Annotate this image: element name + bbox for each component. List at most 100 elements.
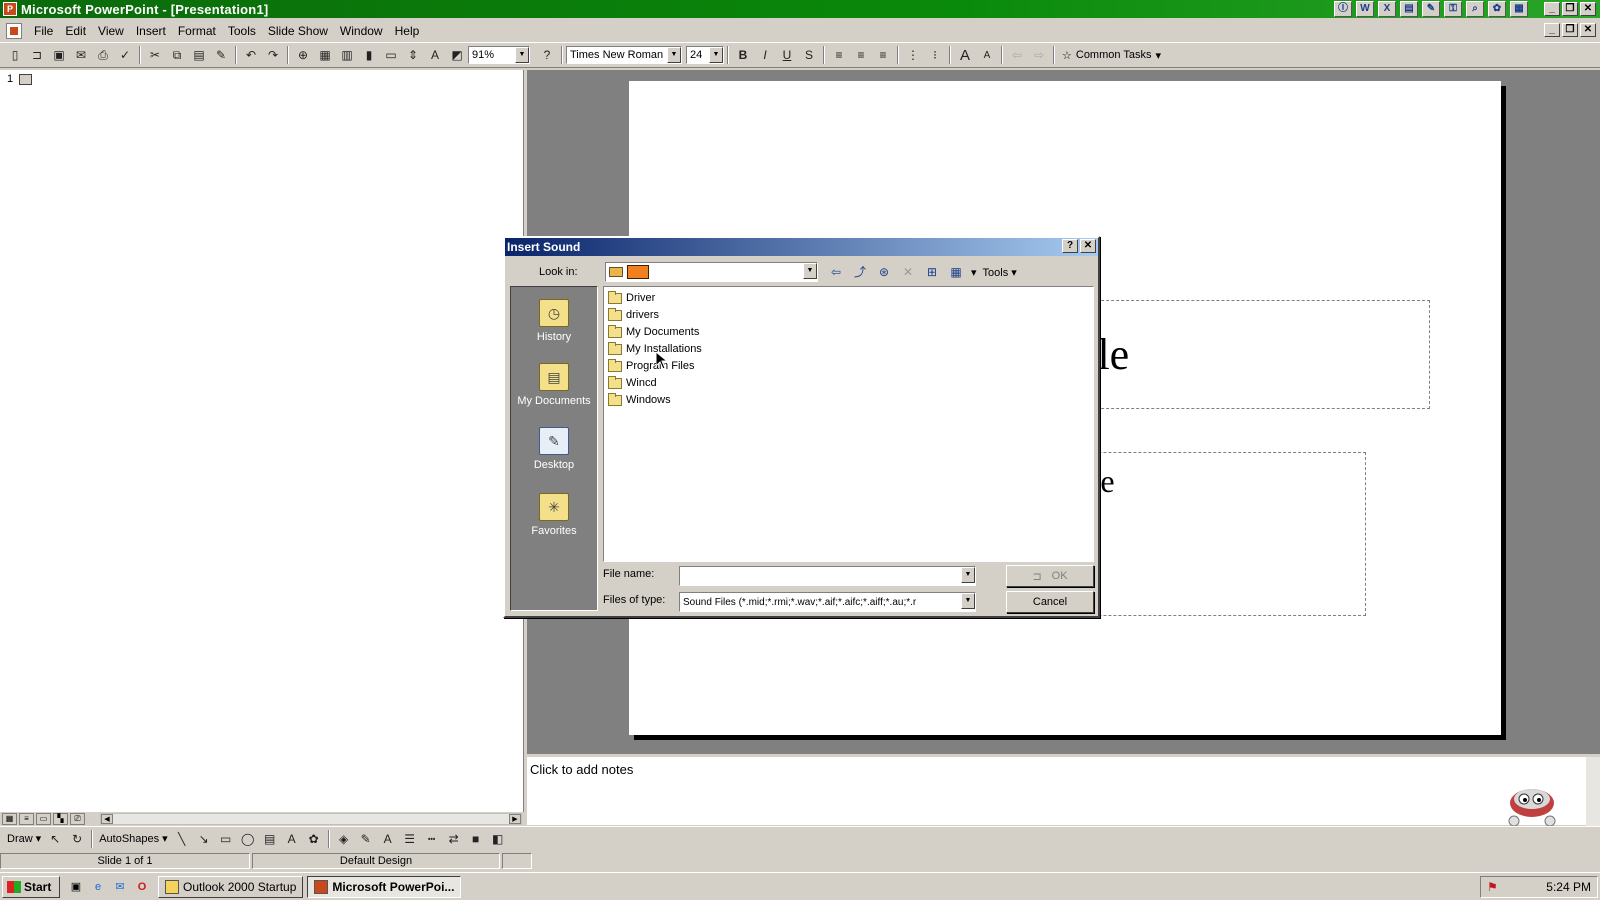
- chevron-down-icon[interactable]: ▼: [803, 263, 817, 279]
- notes-pane[interactable]: Click to add notes: [527, 755, 1600, 827]
- list-item[interactable]: My Documents: [608, 324, 699, 340]
- numbering-icon[interactable]: ⋮: [902, 44, 924, 66]
- show-desktop-icon[interactable]: ▣: [68, 879, 84, 895]
- pen-shortcut-icon[interactable]: ✎: [1422, 1, 1440, 17]
- outline-view-icon[interactable]: ≡: [19, 813, 34, 825]
- key-shortcut-icon[interactable]: ⚿: [1444, 1, 1462, 17]
- demote-icon[interactable]: ⇨: [1028, 44, 1050, 66]
- new-folder-icon[interactable]: ⊞: [923, 264, 941, 280]
- email-icon[interactable]: ✉: [70, 44, 92, 66]
- outline-horizontal-scrollbar[interactable]: ◀ ▶: [100, 813, 522, 825]
- wordart-icon[interactable]: A: [281, 828, 303, 850]
- outline-pane[interactable]: 1: [0, 70, 524, 812]
- doc-close-button[interactable]: ✕: [1580, 23, 1596, 37]
- place-desktop[interactable]: ✎ Desktop: [511, 427, 597, 471]
- list-item[interactable]: Program Files: [608, 358, 694, 374]
- arrow-icon[interactable]: ↘: [193, 828, 215, 850]
- menu-slide-show[interactable]: Slide Show: [262, 24, 334, 38]
- chevron-down-icon[interactable]: ▼: [515, 47, 529, 63]
- show-formatting-icon[interactable]: A: [424, 44, 446, 66]
- dialog-title-bar[interactable]: Insert Sound ? ✕: [505, 238, 1098, 256]
- place-my-documents[interactable]: ▤ My Documents: [511, 363, 597, 407]
- menu-help[interactable]: Help: [389, 24, 426, 38]
- doc-restore-button[interactable]: ❐: [1562, 23, 1578, 37]
- decrease-font-icon[interactable]: A: [976, 44, 998, 66]
- close-button[interactable]: ✕: [1580, 2, 1596, 16]
- dialog-help-button[interactable]: ?: [1062, 239, 1078, 253]
- powerpoint-app-icon[interactable]: P: [3, 2, 17, 16]
- scroll-left-icon[interactable]: ◀: [101, 814, 113, 824]
- normal-view-icon[interactable]: ▦: [2, 813, 17, 825]
- up-one-level-icon[interactable]: ⤴: [851, 264, 869, 280]
- align-right-icon[interactable]: ≡: [872, 44, 894, 66]
- line-color-icon[interactable]: ✎: [355, 828, 377, 850]
- dialog-close-button[interactable]: ✕: [1080, 239, 1096, 253]
- menu-format[interactable]: Format: [172, 24, 222, 38]
- place-history[interactable]: ◷ History: [511, 299, 597, 343]
- list-item[interactable]: Driver: [608, 290, 655, 306]
- shadow-style-icon[interactable]: ■: [465, 828, 487, 850]
- office-shortcut-icon[interactable]: Ⓘ: [1334, 1, 1352, 17]
- arrow-style-icon[interactable]: ⇄: [443, 828, 465, 850]
- expand-all-icon[interactable]: ⇕: [402, 44, 424, 66]
- doc-minimize-button[interactable]: _: [1544, 23, 1560, 37]
- document-icon[interactable]: [6, 23, 22, 39]
- 3d-style-icon[interactable]: ◧: [487, 828, 509, 850]
- find-shortcut-icon[interactable]: ⌕: [1466, 1, 1484, 17]
- restore-button[interactable]: ❐: [1562, 2, 1578, 16]
- chevron-down-icon[interactable]: ▼: [961, 593, 975, 609]
- format-painter-icon[interactable]: ✎: [210, 44, 232, 66]
- scroll-right-icon[interactable]: ▶: [509, 814, 521, 824]
- menu-edit[interactable]: Edit: [59, 24, 92, 38]
- hyperlink-icon[interactable]: ⊕: [292, 44, 314, 66]
- bold-icon[interactable]: B: [732, 44, 754, 66]
- internet-explorer-icon[interactable]: e: [90, 879, 106, 895]
- slide-show-icon[interactable]: ⎚: [70, 813, 85, 825]
- help-icon[interactable]: ?: [536, 44, 558, 66]
- common-tasks-button[interactable]: ☆ Common Tasks ▾: [1062, 49, 1161, 62]
- slide-icon[interactable]: [19, 74, 32, 85]
- redo-icon[interactable]: ↷: [262, 44, 284, 66]
- dialog-tools-menu[interactable]: Tools ▾: [983, 266, 1017, 279]
- insert-table-icon[interactable]: ▥: [336, 44, 358, 66]
- cancel-button[interactable]: Cancel: [1006, 591, 1094, 613]
- fill-color-icon[interactable]: ◈: [333, 828, 355, 850]
- increase-font-icon[interactable]: A: [954, 44, 976, 66]
- copy-icon[interactable]: ⧉: [166, 44, 188, 66]
- search-web-icon[interactable]: ⊛: [875, 264, 893, 280]
- access-shortcut-icon[interactable]: ▤: [1400, 1, 1418, 17]
- chevron-down-icon[interactable]: ▼: [961, 567, 975, 583]
- calendar-shortcut-icon[interactable]: ▦: [1510, 1, 1528, 17]
- place-favorites[interactable]: ✳ Favorites: [511, 493, 597, 537]
- autoshapes-menu-button[interactable]: AutoShapes ▾: [96, 832, 170, 846]
- zoom-combo[interactable]: 91% ▼: [468, 46, 530, 64]
- promote-icon[interactable]: ⇦: [1006, 44, 1028, 66]
- outlook-express-icon[interactable]: ✉: [112, 879, 128, 895]
- print-icon[interactable]: ⎙: [92, 44, 114, 66]
- line-style-icon[interactable]: ☰: [399, 828, 421, 850]
- clip-art-icon[interactable]: ✿: [303, 828, 325, 850]
- word-shortcut-icon[interactable]: W: [1356, 1, 1374, 17]
- new-icon[interactable]: ▯: [4, 44, 26, 66]
- look-in-combo[interactable]: ▼: [605, 262, 818, 282]
- file-list[interactable]: Driver drivers My Documents My Installat…: [603, 286, 1094, 562]
- insert-chart-icon[interactable]: ▮: [358, 44, 380, 66]
- menu-tools[interactable]: Tools: [222, 24, 262, 38]
- back-icon[interactable]: ⇦: [827, 264, 845, 280]
- font-name-combo[interactable]: Times New Roman ▼: [566, 46, 682, 64]
- chevron-down-icon[interactable]: ▼: [709, 47, 723, 63]
- views-icon[interactable]: ▦: [947, 264, 965, 280]
- chevron-down-icon[interactable]: ▾: [971, 266, 977, 279]
- grayscale-icon[interactable]: ◩: [446, 44, 468, 66]
- list-item[interactable]: Wincd: [608, 375, 657, 391]
- office-assistant-icon[interactable]: [1504, 781, 1560, 827]
- align-left-icon[interactable]: ≡: [828, 44, 850, 66]
- italic-icon[interactable]: I: [754, 44, 776, 66]
- slide-view-icon[interactable]: ▭: [36, 813, 51, 825]
- line-icon[interactable]: ╲: [171, 828, 193, 850]
- file-name-input[interactable]: ▼: [679, 566, 976, 586]
- opera-icon[interactable]: O: [134, 879, 150, 895]
- taskbar-outlook-startup[interactable]: Outlook 2000 Startup: [158, 875, 304, 898]
- taskbar-powerpoint[interactable]: Microsoft PowerPoi...: [307, 875, 462, 898]
- ok-button[interactable]: ⊐ OK: [1006, 565, 1094, 587]
